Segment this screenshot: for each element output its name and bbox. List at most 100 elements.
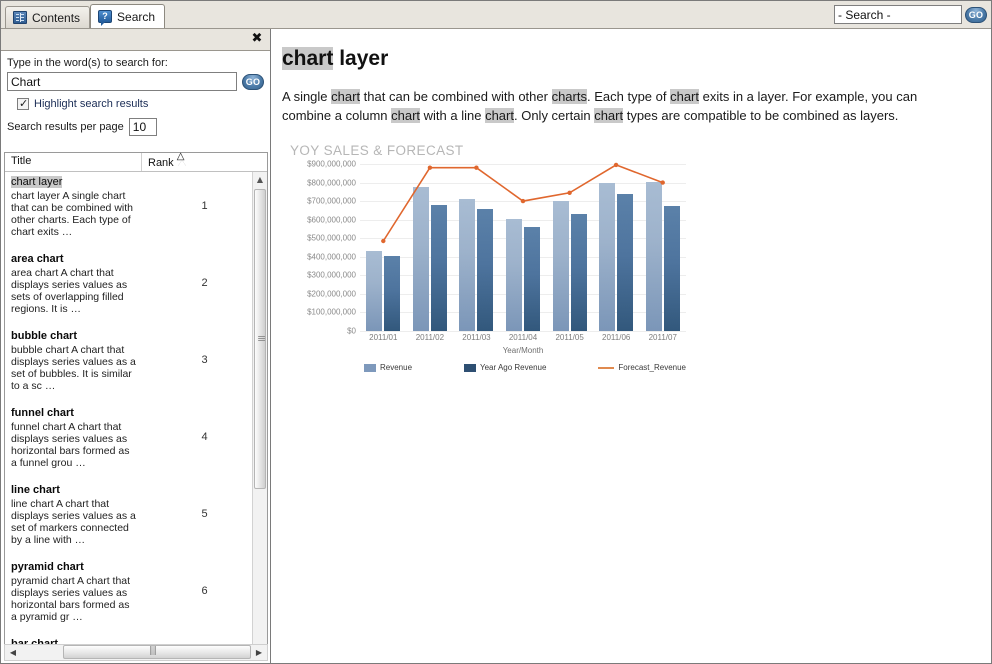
divider: [5, 315, 267, 328]
y-axis-tick-label: $600,000,000: [307, 215, 356, 225]
results-vertical-scrollbar[interactable]: ▲ ▼: [252, 172, 267, 656]
list-item-snippet: pyramid chart A chart that displays seri…: [11, 575, 131, 623]
sidebar-header: ✖: [1, 29, 270, 51]
list-item[interactable]: funnel chart funnel chart A chart that d…: [5, 405, 267, 469]
list-item-rank: 5: [201, 508, 208, 520]
paragraph-text: that can be combined with other: [360, 89, 552, 104]
list-item-title: pyramid chart: [11, 561, 84, 573]
global-search-input[interactable]: [834, 5, 962, 24]
paragraph-highlight: chart: [594, 108, 624, 123]
legend-line-icon: [598, 366, 615, 369]
legend-swatch-icon: [464, 363, 476, 372]
page-title-highlight: chart: [282, 47, 334, 70]
legend-item-revenue: Revenue: [364, 363, 412, 372]
scroll-left-icon[interactable]: ◀: [5, 645, 21, 660]
close-icon[interactable]: ✖: [251, 32, 263, 45]
help-viewer-window: Contents ? Search GO ✖ Type in the word(…: [0, 0, 992, 664]
results-horizontal-scrollbar[interactable]: ◀ ▶: [4, 644, 268, 661]
result-text: chart layer chart layer A single chart t…: [5, 174, 142, 238]
results-per-page-input[interactable]: [128, 118, 157, 136]
legend-swatch-icon: [364, 363, 376, 372]
book-icon: [13, 11, 27, 24]
legend-item-year-ago-revenue: Year Ago Revenue: [464, 363, 546, 372]
chart-canvas: [360, 162, 686, 332]
result-text: funnel chart funnel chart A chart that d…: [5, 405, 142, 469]
scrollbar-thumb[interactable]: [254, 189, 266, 489]
list-item[interactable]: line chart line chart A chart that displ…: [5, 482, 267, 546]
y-axis-tick-label: $200,000,000: [307, 289, 356, 299]
x-axis-tick-label: 2011/01: [369, 333, 398, 342]
search-form: Type in the word(s) to search for: GO Hi…: [1, 51, 270, 140]
x-axis-tick-label: 2011/07: [648, 333, 677, 342]
document-paragraph: A single chart that can be combined with…: [282, 87, 962, 125]
list-item-rank: 1: [201, 200, 208, 212]
results-list[interactable]: chart layer chart layer A single chart t…: [5, 172, 267, 656]
list-item-snippet: bubble chart A chart that displays serie…: [11, 344, 136, 392]
paragraph-highlight: chart: [331, 89, 361, 104]
y-axis-tick-label: $800,000,000: [307, 178, 356, 188]
tab-contents[interactable]: Contents: [5, 6, 91, 28]
tab-search[interactable]: ? Search: [90, 4, 166, 28]
search-prompt-label: Type in the word(s) to search for:: [7, 57, 168, 69]
paragraph-text: . Only certain: [513, 108, 595, 123]
list-item[interactable]: area chart area chart A chart that displ…: [5, 251, 267, 315]
search-query-input[interactable]: [7, 72, 237, 91]
search-results-table: Title Rank chart layer chart layer A sin…: [4, 151, 268, 657]
scrollbar-thumb[interactable]: [63, 645, 251, 659]
question-bubble-icon: ?: [98, 10, 113, 26]
list-item-title: line chart: [11, 484, 60, 496]
highlight-results-checkbox[interactable]: [17, 97, 29, 110]
paragraph-highlight: chart: [485, 108, 514, 123]
x-axis-tick-label: 2011/02: [415, 333, 445, 342]
gridline: [360, 331, 686, 332]
scroll-right-icon[interactable]: ▶: [251, 645, 267, 660]
list-item[interactable]: bubble chart bubble chart A chart that d…: [5, 328, 267, 392]
column-header-title[interactable]: Title: [5, 153, 142, 171]
tab-contents-label: Contents: [32, 10, 81, 25]
divider: [5, 623, 267, 636]
forecast-data-point[interactable]: [660, 180, 665, 185]
search-go-button[interactable]: GO: [242, 73, 264, 90]
highlight-results-row[interactable]: Highlight search results: [17, 97, 264, 110]
y-axis-tick-label: $100,000,000: [307, 307, 356, 317]
document-viewer: chart layer A single chart that can be c…: [272, 29, 991, 663]
search-input-row: GO: [7, 72, 264, 91]
forecast-data-point[interactable]: [427, 165, 433, 170]
divider: [5, 469, 267, 482]
list-item[interactable]: chart layer chart layer A single chart t…: [5, 174, 267, 238]
scrollbar-track[interactable]: [21, 645, 251, 660]
forecast-data-point[interactable]: [613, 162, 619, 168]
top-toolbar: Contents ? Search GO: [1, 1, 991, 29]
chart-figure: YOY SALES & FORECAST $0 $100,000,000 $200,…: [290, 143, 690, 383]
forecast-data-point[interactable]: [474, 165, 479, 170]
forecast-data-point[interactable]: [520, 198, 526, 204]
column-header-rank[interactable]: Rank: [142, 151, 267, 171]
scroll-up-icon[interactable]: ▲: [253, 172, 267, 187]
forecast-data-point[interactable]: [567, 190, 572, 195]
paragraph-text: A single: [282, 89, 332, 104]
list-item-rank: 2: [201, 277, 208, 289]
page-title-rest: layer: [333, 47, 389, 70]
divider: [5, 392, 267, 405]
x-axis-tick-label: 2011/05: [555, 333, 584, 342]
sort-ascending-icon: [177, 151, 186, 166]
y-axis-tick-label: $400,000,000: [307, 252, 356, 262]
y-axis-tick-label: $300,000,000: [307, 270, 356, 280]
results-header-row: Title Rank: [5, 151, 267, 172]
chart-line-series: [381, 162, 665, 244]
list-item-snippet: area chart A chart that displays series …: [11, 267, 128, 315]
paragraph-text: with a line: [420, 108, 486, 123]
global-search-go-button[interactable]: GO: [965, 6, 987, 23]
divider: [5, 238, 267, 251]
forecast-data-point[interactable]: [381, 238, 386, 244]
results-per-page-row: Search results per page: [7, 118, 264, 136]
legend-label: Revenue: [380, 363, 413, 372]
result-text: line chart line chart A chart that displ…: [5, 482, 142, 546]
paragraph-text: types are compatible to be combined as l…: [623, 108, 899, 123]
list-item-title: chart layer: [11, 176, 63, 188]
result-text: area chart area chart A chart that displ…: [5, 251, 142, 315]
x-axis-title: Year/Month: [502, 346, 544, 355]
list-item[interactable]: pyramid chart pyramid chart A chart that…: [5, 559, 267, 623]
x-axis-tick-label: 2011/06: [602, 333, 631, 342]
legend-item-forecast-revenue: Forecast_Revenue: [598, 363, 686, 372]
